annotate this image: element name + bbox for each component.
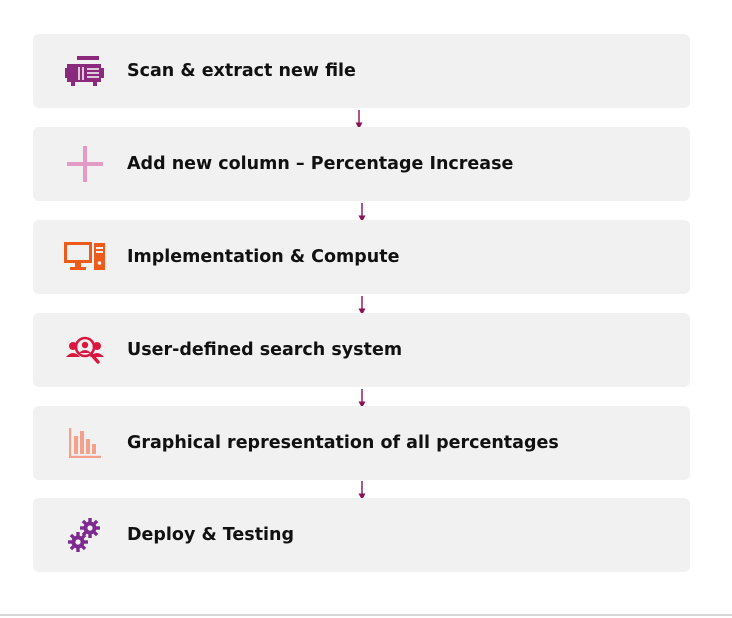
step-graphical-representation: Graphical representation of all percenta… (33, 406, 690, 480)
step-label: Add new column – Percentage Increase (127, 154, 514, 174)
step-label: Graphical representation of all percenta… (127, 433, 559, 453)
plus-icon (63, 142, 107, 186)
step-label: Scan & extract new file (127, 61, 356, 81)
computer-icon (63, 235, 107, 279)
scanner-icon (63, 49, 107, 93)
step-implementation: Implementation & Compute (33, 220, 690, 294)
step-label: User-defined search system (127, 340, 403, 360)
bottom-divider (0, 614, 732, 616)
gears-icon (63, 513, 107, 557)
step-scan-extract: Scan & extract new file (33, 34, 690, 108)
user-search-icon (63, 328, 107, 372)
step-label: Deploy & Testing (127, 525, 295, 545)
bar-chart-icon (63, 421, 107, 465)
step-label: Implementation & Compute (127, 247, 400, 267)
step-deploy-testing: Deploy & Testing (33, 498, 690, 572)
step-add-column: Add new column – Percentage Increase (33, 127, 690, 201)
step-user-search: User-defined search system (33, 313, 690, 387)
